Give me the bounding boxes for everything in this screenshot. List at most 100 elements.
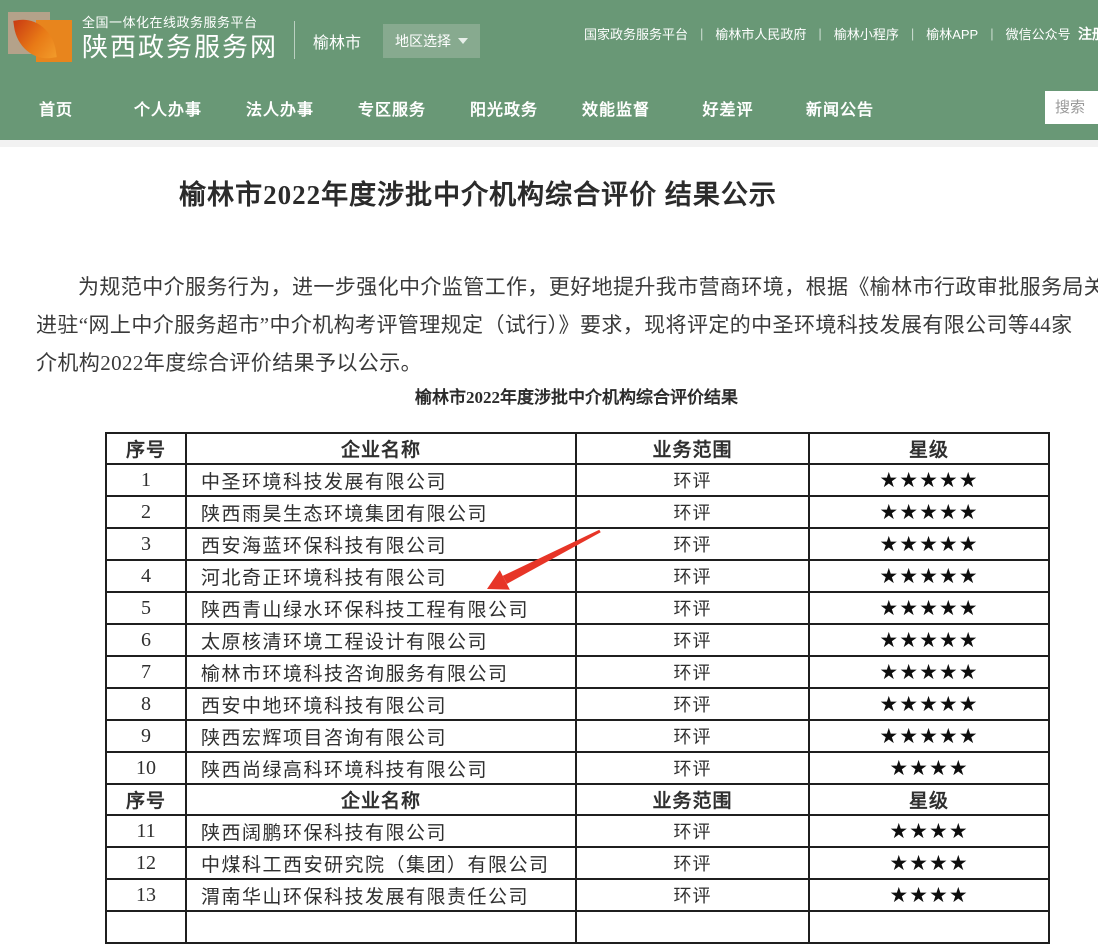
row-scope: 环评 [576,624,809,656]
page-title: 榆林市2022年度涉批中介机构综合评价 结果公示 [0,173,956,212]
row-no: 3 [106,528,186,560]
row-stars: ★★★★ [809,879,1049,911]
nav-item-corporate[interactable]: 法人办事 [224,96,336,120]
table-header-row: 序号 企业名称 业务范围 星级 [106,433,1049,464]
header-scope: 业务范围 [576,784,809,815]
brand-text[interactable]: 全国一体化在线政务服务平台 陕西政务服务网 [82,15,278,64]
table-row: 12 中煤科工西安研究院（集团）有限公司 环评 ★★★★ [106,847,1049,879]
header-name: 企业名称 [186,784,576,815]
current-city-label: 榆林市 [313,29,361,53]
row-name: 陕西雨昊生态环境集团有限公司 [186,496,576,528]
row-no: 4 [106,560,186,592]
row-stars: ★★★★★ [809,528,1049,560]
table-row: 2 陕西雨昊生态环境集团有限公司 环评 ★★★★★ [106,496,1049,528]
row-no: 2 [106,496,186,528]
row-stars: ★★★★★ [809,720,1049,752]
row-scope: 环评 [576,752,809,784]
region-select-button[interactable]: 地区选择 [383,24,480,58]
nav-item-home[interactable]: 首页 [0,96,112,120]
brand-platform-label: 全国一体化在线政务服务平台 [82,15,278,31]
announcement-article: 榆林市2022年度涉批中介机构综合评价 结果公示 为规范中介服务行为，进一步强化… [0,147,1098,212]
site-header: 全国一体化在线政务服务平台 陕西政务服务网 榆林市 地区选择 国家政务服务平台 … [0,0,1098,140]
row-stars: ★★★★★ [809,560,1049,592]
table-row-partial [106,911,1049,943]
site-title: 陕西政务服务网 [82,31,278,64]
nav-items: 首页 个人办事 法人办事 专区服务 阳光政务 效能监督 好差评 新闻公告 [0,96,896,120]
table-row: 8 西安中地环境科技有限公司 环评 ★★★★★ [106,688,1049,720]
top-link-wechat[interactable]: 微信公众号 [994,24,1083,43]
row-stars: ★★★★ [809,752,1049,784]
main-nav: 首页 个人办事 法人办事 专区服务 阳光政务 效能监督 好差评 新闻公告 [0,75,1098,140]
row-scope: 环评 [576,592,809,624]
row-no: 1 [106,464,186,496]
top-link-app[interactable]: 榆林APP [914,24,990,43]
header-top-bar: 全国一体化在线政务服务平台 陕西政务服务网 榆林市 地区选择 国家政务服务平台 … [0,0,1098,75]
paragraph-line: 进驻“网上中介服务超市”中介机构考评管理规定（试行）》要求，现将评定的中圣环境科… [0,306,1098,344]
table-row: 9 陕西宏辉项目咨询有限公司 环评 ★★★★★ [106,720,1049,752]
table-row: 13 渭南华山环保科技发展有限责任公司 环评 ★★★★ [106,879,1049,911]
nav-item-personal[interactable]: 个人办事 [112,96,224,120]
article-body: 为规范中介服务行为，进一步强化中介监管工作，更好地提升我市营商环境，根据《榆林市… [0,268,1098,382]
row-name: 陕西阔鹏环保科技有限公司 [186,815,576,847]
row-stars: ★★★★★ [809,464,1049,496]
nav-item-zones[interactable]: 专区服务 [336,96,448,120]
region-select-label: 地区选择 [395,31,451,51]
row-scope: 环评 [576,496,809,528]
caret-down-icon [458,38,468,44]
header-star: 星级 [809,433,1049,464]
nav-item-news[interactable]: 新闻公告 [784,96,896,120]
row-stars: ★★★★★ [809,656,1049,688]
row-name: 渭南华山环保科技发展有限责任公司 [186,879,576,911]
paragraph-line: 介机构2022年度综合评价结果予以公示。 [0,344,1098,382]
register-link[interactable]: 注册 [1078,24,1098,44]
header-no: 序号 [106,784,186,815]
nav-item-supervision[interactable]: 效能监督 [560,96,672,120]
table-row: 7 榆林市环境科技咨询服务有限公司 环评 ★★★★★ [106,656,1049,688]
row-stars: ★★★★★ [809,688,1049,720]
row-no: 13 [106,879,186,911]
nav-item-rating[interactable]: 好差评 [672,96,784,120]
nav-item-open-gov[interactable]: 阳光政务 [448,96,560,120]
row-name: 太原核清环境工程设计有限公司 [186,624,576,656]
row-no: 7 [106,656,186,688]
row-name: 西安中地环境科技有限公司 [186,688,576,720]
row-scope: 环评 [576,560,809,592]
row-no: 5 [106,592,186,624]
header-no: 序号 [106,433,186,464]
row-name: 中煤科工西安研究院（集团）有限公司 [186,847,576,879]
row-name: 西安海蓝环保科技有限公司 [186,528,576,560]
row-scope: 环评 [576,879,809,911]
row-stars: ★★★★ [809,815,1049,847]
header-name: 企业名称 [186,433,576,464]
row-stars: ★★★★★ [809,496,1049,528]
table-row: 3 西安海蓝环保科技有限公司 环评 ★★★★★ [106,528,1049,560]
row-scope: 环评 [576,688,809,720]
header-divider [294,21,295,59]
row-name: 陕西宏辉项目咨询有限公司 [186,720,576,752]
row-no: 8 [106,688,186,720]
header-star: 星级 [809,784,1049,815]
table-header-row: 序号 企业名称 业务范围 星级 [106,784,1049,815]
page: { "brand": { "platform": "全国一体化在线政务服务平台"… [0,0,1098,947]
site-logo[interactable] [8,10,74,72]
search-input[interactable] [1045,91,1098,124]
top-link-city-government[interactable]: 榆林市人民政府 [703,24,818,43]
table-row: 11 陕西阔鹏环保科技有限公司 环评 ★★★★ [106,815,1049,847]
paragraph-line: 为规范中介服务行为，进一步强化中介监管工作，更好地提升我市营商环境，根据《榆林市… [0,268,1098,306]
row-scope: 环评 [576,720,809,752]
header-scope: 业务范围 [576,433,809,464]
row-stars: ★★★★★ [809,624,1049,656]
row-no: 11 [106,815,186,847]
evaluation-results-table: 序号 企业名称 业务范围 星级 1 中圣环境科技发展有限公司 环评 ★★★★★ … [105,432,1050,944]
top-link-national-platform[interactable]: 国家政务服务平台 [572,24,700,43]
table-caption: 榆林市2022年度涉批中介机构综合评价结果 [105,383,1048,408]
row-scope: 环评 [576,847,809,879]
row-name: 榆林市环境科技咨询服务有限公司 [186,656,576,688]
top-link-mini-program[interactable]: 榆林小程序 [822,24,911,43]
row-name: 中圣环境科技发展有限公司 [186,464,576,496]
row-no: 10 [106,752,186,784]
row-no: 6 [106,624,186,656]
table-row: 1 中圣环境科技发展有限公司 环评 ★★★★★ [106,464,1049,496]
row-scope: 环评 [576,528,809,560]
row-scope: 环评 [576,656,809,688]
